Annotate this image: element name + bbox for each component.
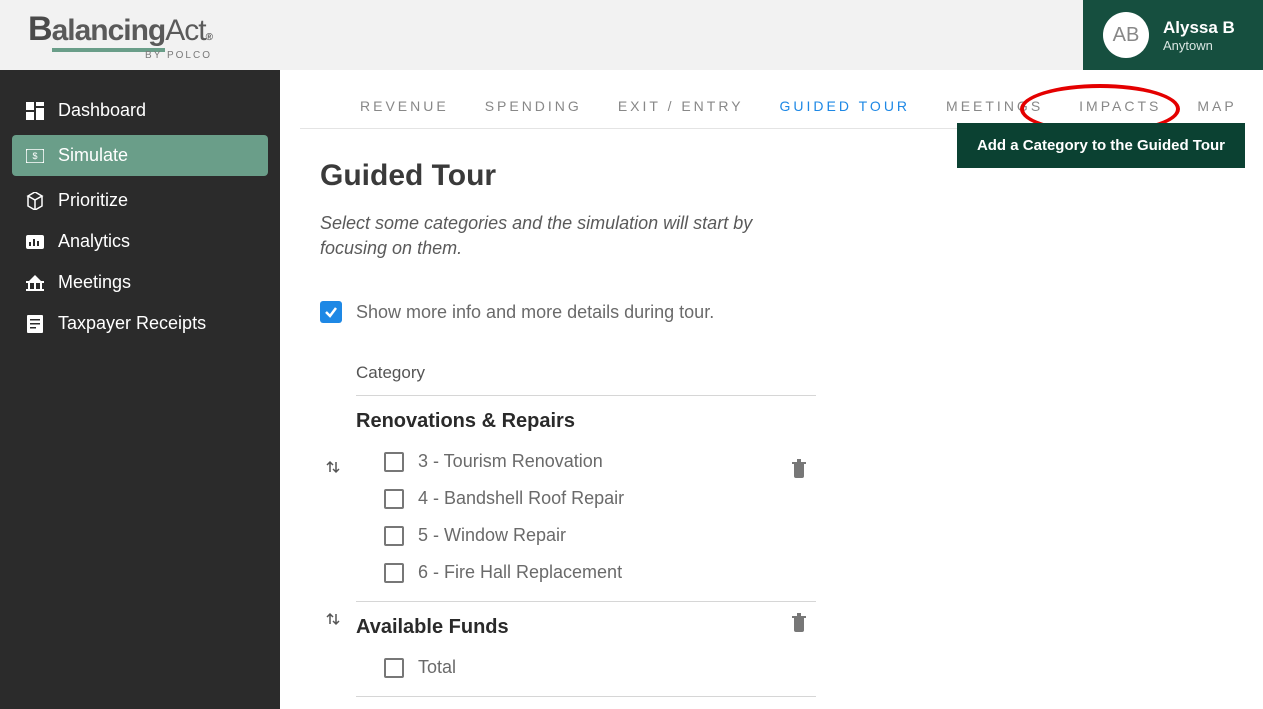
sidebar-item-label: Prioritize	[58, 190, 128, 211]
category-item-label: 4 - Bandshell Roof Repair	[418, 488, 624, 509]
category-item: 3 - Tourism Renovation	[356, 443, 816, 480]
category-item: 6 - Fire Hall Replacement	[356, 554, 816, 591]
sidebar-item-label: Taxpayer Receipts	[58, 313, 206, 334]
category-header: Category	[356, 363, 816, 396]
avatar: AB	[1103, 12, 1149, 58]
user-name: Alyssa B	[1163, 18, 1235, 38]
drag-handle-icon[interactable]	[326, 610, 340, 633]
category-item-label: 6 - Fire Hall Replacement	[418, 562, 622, 583]
category-item: 5 - Window Repair	[356, 517, 816, 554]
category-group-title: Available Funds	[356, 616, 816, 639]
category-checkbox[interactable]	[384, 658, 404, 678]
tab-impacts[interactable]: IMPACTS	[1079, 98, 1161, 114]
category-item: Total	[356, 649, 816, 686]
category-checkbox[interactable]	[384, 563, 404, 583]
logo-main: BalancingAct®	[28, 10, 212, 52]
tab-revenue[interactable]: REVENUE	[360, 98, 449, 114]
prioritize-icon	[26, 192, 44, 210]
user-menu[interactable]: AB Alyssa B Anytown	[1083, 0, 1263, 70]
user-org: Anytown	[1163, 38, 1235, 53]
category-item-label: 5 - Window Repair	[418, 525, 566, 546]
app-header: BalancingAct® BY POLCO AB Alyssa B Anyto…	[0, 0, 1263, 70]
tabs-bar: REVENUE SPENDING EXIT / ENTRY GUIDED TOU…	[300, 70, 1223, 129]
show-more-checkbox[interactable]	[320, 301, 342, 323]
category-group-title: Renovations & Repairs	[356, 410, 816, 433]
dashboard-icon	[26, 102, 44, 120]
category-item-label: 3 - Tourism Renovation	[418, 451, 603, 472]
sidebar-item-taxpayer-receipts[interactable]: Taxpayer Receipts	[0, 303, 280, 344]
sidebar-item-analytics[interactable]: Analytics	[0, 221, 280, 262]
sidebar-item-simulate[interactable]: $ Simulate	[12, 135, 268, 176]
sidebar-item-label: Simulate	[58, 145, 128, 166]
tab-meetings[interactable]: MEETINGS	[946, 98, 1043, 114]
sidebar-item-dashboard[interactable]: Dashboard	[0, 90, 280, 131]
category-item-label: Total	[418, 657, 456, 678]
show-more-label: Show more info and more details during t…	[356, 302, 714, 323]
main-content: REVENUE SPENDING EXIT / ENTRY GUIDED TOU…	[280, 70, 1263, 709]
trash-icon[interactable]	[790, 458, 808, 483]
category-group-available-funds: Available Funds Total	[356, 602, 816, 697]
category-checkbox[interactable]	[384, 526, 404, 546]
analytics-icon	[26, 233, 44, 251]
sidebar: Dashboard $ Simulate Prioritize Analytic…	[0, 70, 280, 709]
sidebar-item-label: Meetings	[58, 272, 131, 293]
category-checkbox[interactable]	[384, 489, 404, 509]
category-table: Category Renovations & Repairs 3 - Touri…	[356, 363, 816, 697]
meetings-icon	[26, 274, 44, 292]
tab-map[interactable]: MAP	[1197, 98, 1236, 114]
sidebar-item-prioritize[interactable]: Prioritize	[0, 180, 280, 221]
add-category-button[interactable]: Add a Category to the Guided Tour	[957, 123, 1245, 168]
tab-exit-entry[interactable]: EXIT / ENTRY	[618, 98, 744, 114]
sidebar-item-meetings[interactable]: Meetings	[0, 262, 280, 303]
trash-icon[interactable]	[790, 612, 808, 637]
drag-handle-icon[interactable]	[326, 458, 340, 481]
sidebar-item-label: Analytics	[58, 231, 130, 252]
app-logo: BalancingAct® BY POLCO	[28, 10, 212, 61]
tab-guided-tour[interactable]: GUIDED TOUR	[780, 98, 911, 114]
receipts-icon	[26, 315, 44, 333]
page-description: Select some categories and the simulatio…	[320, 211, 760, 261]
tab-spending[interactable]: SPENDING	[485, 98, 582, 114]
logo-subtitle: BY POLCO	[145, 50, 212, 61]
category-group-renovations: Renovations & Repairs 3 - Tourism Renova…	[356, 396, 816, 602]
sidebar-item-label: Dashboard	[58, 100, 146, 121]
show-more-row: Show more info and more details during t…	[320, 301, 1203, 323]
category-checkbox[interactable]	[384, 452, 404, 472]
svg-text:$: $	[32, 151, 37, 161]
simulate-icon: $	[26, 147, 44, 165]
category-item: 4 - Bandshell Roof Repair	[356, 480, 816, 517]
